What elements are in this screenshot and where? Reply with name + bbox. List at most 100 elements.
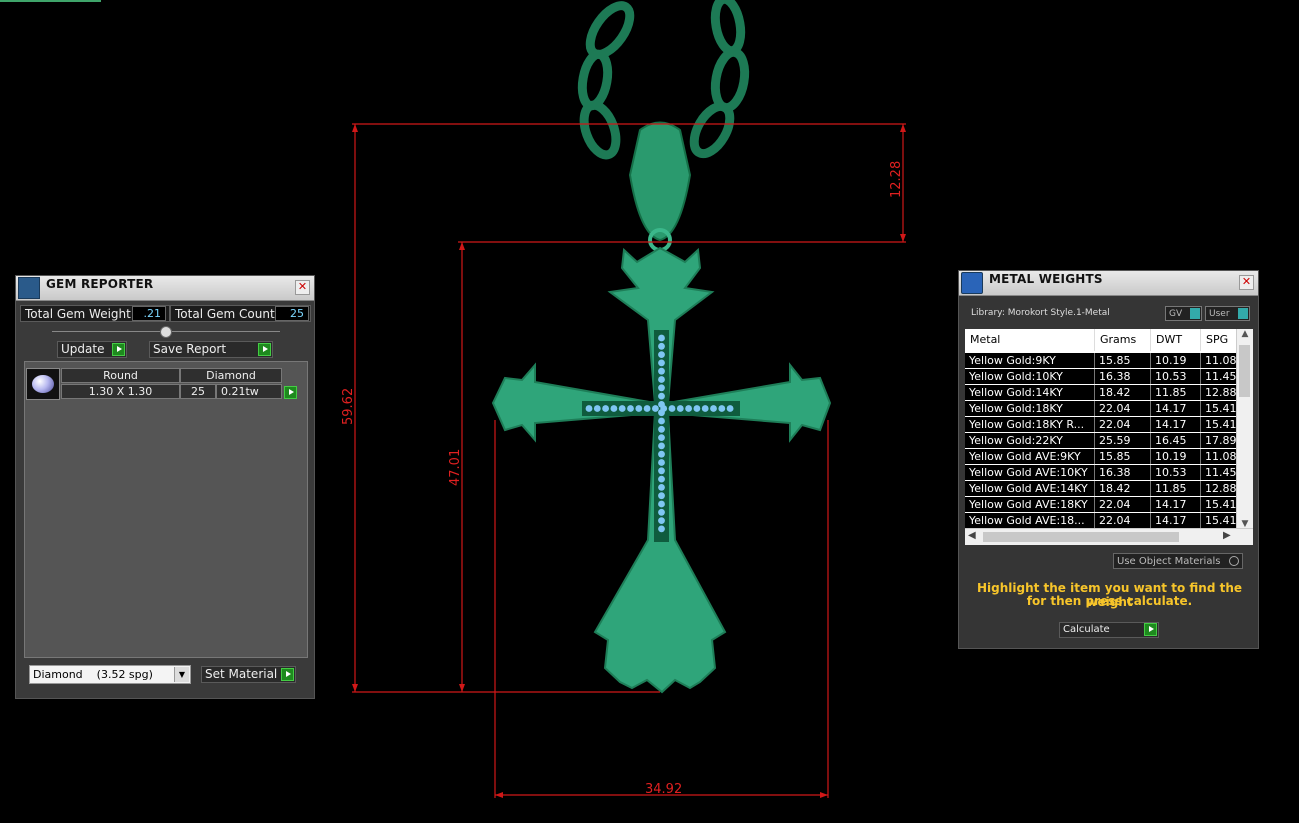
scroll-left-icon[interactable]: ◀ <box>968 530 976 541</box>
table-row[interactable]: Yellow Gold AVE:18KY 22.04 14.17 15.41 <box>965 497 1237 512</box>
gv-label: GV <box>1169 309 1183 319</box>
table-row[interactable]: Yellow Gold AVE:18... 22.04 14.17 15.41 <box>965 513 1237 528</box>
use-object-materials-label: Use Object Materials <box>1117 556 1221 567</box>
stone <box>658 484 665 491</box>
gem-shape: Round <box>61 368 180 383</box>
stone <box>635 405 643 412</box>
dwt-cell: 10.19 <box>1151 449 1201 464</box>
stone <box>652 405 659 412</box>
stone <box>585 405 593 412</box>
spg-cell: 15.41 <box>1201 513 1237 528</box>
gem-reporter-titlebar[interactable]: GEM REPORTER ✕ <box>16 276 314 301</box>
table-row[interactable]: Yellow Gold:9KY 15.85 10.19 11.08 <box>965 353 1237 368</box>
spg-cell: 12.88 <box>1201 481 1237 496</box>
stone <box>658 359 665 367</box>
stone <box>658 334 665 342</box>
use-object-materials-toggle[interactable]: Use Object Materials <box>1113 553 1243 569</box>
scroll-right-icon[interactable]: ▶ <box>1223 530 1231 541</box>
stone <box>610 405 618 412</box>
stone <box>658 467 665 475</box>
vertical-scrollbar[interactable]: ▲ ▼ <box>1236 329 1253 529</box>
chevron-down-icon[interactable]: ▼ <box>174 667 189 682</box>
table-row[interactable]: Yellow Gold:14KY 18.42 11.85 12.88 <box>965 385 1237 400</box>
user-toggle[interactable]: User <box>1205 306 1250 321</box>
close-icon[interactable]: ✕ <box>295 280 310 295</box>
toggle-knob <box>1238 308 1248 319</box>
stone <box>658 425 665 433</box>
table-row[interactable]: Yellow Gold AVE:14KY 18.42 11.85 12.88 <box>965 481 1237 496</box>
col-metal[interactable]: Metal <box>965 329 1095 351</box>
update-button[interactable]: Update <box>57 341 127 358</box>
metal-weights-icon <box>961 272 983 294</box>
table-row[interactable]: Yellow Gold AVE:9KY 15.85 10.19 11.08 <box>965 449 1237 464</box>
metal-cell: Yellow Gold:9KY <box>965 353 1095 368</box>
dimension-lines <box>352 123 906 798</box>
gv-toggle[interactable]: GV <box>1165 306 1202 321</box>
gem-reporter-title: GEM REPORTER <box>46 277 154 291</box>
metal-cell: Yellow Gold:14KY <box>965 385 1095 400</box>
stone <box>676 405 684 412</box>
dwt-cell: 10.53 <box>1151 465 1201 480</box>
spg-cell: 15.41 <box>1201 401 1237 416</box>
stone <box>693 405 701 412</box>
material-select[interactable]: Diamond (3.52 spg) ▼ <box>29 665 191 684</box>
play-icon <box>281 668 294 681</box>
calculate-button[interactable]: Calculate <box>1059 622 1159 638</box>
table-row[interactable]: Yellow Gold:22KY 25.59 16.45 17.89 <box>965 433 1237 448</box>
dwt-cell: 14.17 <box>1151 417 1201 432</box>
dwt-cell: 10.53 <box>1151 369 1201 384</box>
set-material-label: Set Material <box>205 667 278 681</box>
table-row[interactable]: Yellow Gold:10KY 16.38 10.53 11.45 <box>965 369 1237 384</box>
stone <box>658 417 665 425</box>
metal-weights-panel: METAL WEIGHTS ✕ Library: Morokort Style.… <box>958 270 1259 649</box>
close-icon[interactable]: ✕ <box>1239 275 1254 290</box>
spg-cell: 11.08 <box>1201 449 1237 464</box>
table-row[interactable]: Yellow Gold AVE:10KY 16.38 10.53 11.45 <box>965 465 1237 480</box>
play-icon[interactable] <box>284 386 297 399</box>
col-dwt[interactable]: DWT <box>1151 329 1201 351</box>
scroll-up-icon[interactable]: ▲ <box>1237 329 1253 339</box>
metal-table[interactable]: Metal Grams DWT SPG Yellow Gold:9KY 15.85… <box>965 329 1253 545</box>
library-label: Library: Morokort Style.1-Metal <box>971 308 1110 318</box>
stone <box>658 517 665 524</box>
round-gem-icon <box>32 375 54 393</box>
metal-weights-title: METAL WEIGHTS <box>989 272 1103 286</box>
table-row[interactable]: Yellow Gold:18KY R... 22.04 14.17 15.41 <box>965 417 1237 432</box>
update-label: Update <box>61 342 105 356</box>
metal-weights-titlebar[interactable]: METAL WEIGHTS ✕ <box>959 271 1258 296</box>
save-report-button[interactable]: Save Report <box>149 341 273 358</box>
dwt-cell: 10.19 <box>1151 353 1201 368</box>
stone <box>658 492 665 500</box>
stone <box>658 367 665 375</box>
gem-weight-text: 0.21tw <box>221 385 259 398</box>
splitter-handle[interactable] <box>160 326 172 338</box>
stone <box>685 405 692 412</box>
dimension-total-height: 59.62 <box>341 388 356 425</box>
grams-cell: 22.04 <box>1095 417 1151 432</box>
material-select-value: Diamond (3.52 spg) <box>33 668 153 681</box>
gem-thumbnail[interactable] <box>26 368 60 400</box>
table-row[interactable]: Yellow Gold:18KY 22.04 14.17 15.41 <box>965 401 1237 416</box>
stone <box>658 525 665 533</box>
total-gem-weight-text: Total Gem Weight <box>25 307 131 321</box>
col-grams[interactable]: Grams <box>1095 329 1151 351</box>
gem-material: Diamond <box>180 368 282 383</box>
set-material-button[interactable]: Set Material <box>201 666 296 683</box>
spg-cell: 12.88 <box>1201 385 1237 400</box>
spg-cell: 11.08 <box>1201 353 1237 368</box>
stone <box>658 459 665 466</box>
scroll-thumb[interactable] <box>983 532 1179 542</box>
gem-weight[interactable]: 0.21tw <box>216 384 297 399</box>
grams-cell: 18.42 <box>1095 385 1151 400</box>
metal-cell: Yellow Gold:18KY <box>965 401 1095 416</box>
col-spg[interactable]: SPG <box>1201 329 1237 351</box>
gem-count: 25 <box>180 384 216 399</box>
spg-cell: 11.45 <box>1201 465 1237 480</box>
horizontal-scrollbar[interactable]: ◀ ▶ <box>965 528 1253 545</box>
play-icon <box>112 343 125 356</box>
scroll-thumb[interactable] <box>1239 345 1250 397</box>
total-gem-count-value: 25 <box>275 306 309 321</box>
radio-icon <box>1229 556 1239 566</box>
spg-cell: 15.41 <box>1201 417 1237 432</box>
gem-list: Round Diamond 1.30 X 1.30 25 0.21tw <box>24 361 308 658</box>
